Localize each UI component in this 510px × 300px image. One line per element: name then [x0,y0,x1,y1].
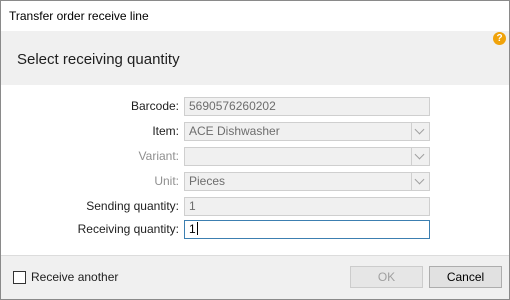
unit-dropdown-button[interactable] [411,173,429,190]
text-caret [196,222,198,235]
receiving-quantity-input[interactable]: 1 [184,220,430,239]
barcode-label: Barcode: [130,99,179,113]
chevron-down-icon [414,174,425,185]
unit-label: Unit: [154,174,179,188]
variant-dropdown-button[interactable] [411,148,429,165]
item-select[interactable]: ACE Dishwasher [184,122,430,141]
receive-another-checkbox[interactable] [13,271,26,284]
dialog-window: Transfer order receive line Select recei… [0,0,510,300]
receiving-quantity-row: Receiving quantity: 1 [1,220,509,239]
chevron-down-icon [414,149,425,160]
sending-quantity-row: Sending quantity: 1 [1,197,509,216]
title-bar: Transfer order receive line [1,1,509,31]
dialog-header: Select receiving quantity ? [1,31,509,86]
receive-form: Barcode: 5690576260202 Item: ACE Dishwas… [1,85,509,255]
window-title: Transfer order receive line [9,9,149,23]
item-row: Item: ACE Dishwasher [1,122,509,141]
unit-row: Unit: Pieces [1,172,509,191]
sending-quantity-label: Sending quantity: [86,199,179,213]
receiving-quantity-value: 1 [189,222,196,236]
variant-row: Variant: [1,147,509,166]
barcode-row: Barcode: 5690576260202 [1,97,509,116]
sending-quantity-field: 1 [184,197,430,216]
item-label: Item: [152,124,179,138]
item-value: ACE Dishwasher [189,124,280,138]
cancel-button[interactable]: Cancel [429,266,502,288]
barcode-value: 5690576260202 [189,99,276,113]
ok-button[interactable]: OK [350,266,423,288]
receive-another-label[interactable]: Receive another [31,270,118,284]
chevron-down-icon [414,124,425,135]
dialog-footer: Receive another OK Cancel [1,255,509,299]
variant-select[interactable] [184,147,430,166]
unit-value: Pieces [189,174,226,188]
receiving-quantity-label: Receiving quantity: [77,222,179,236]
variant-label: Variant: [138,149,179,163]
unit-select[interactable]: Pieces [184,172,430,191]
barcode-field: 5690576260202 [184,97,430,116]
help-icon[interactable]: ? [493,32,506,45]
page-title: Select receiving quantity [17,51,180,68]
sending-quantity-value: 1 [189,199,196,213]
item-dropdown-button[interactable] [411,123,429,140]
